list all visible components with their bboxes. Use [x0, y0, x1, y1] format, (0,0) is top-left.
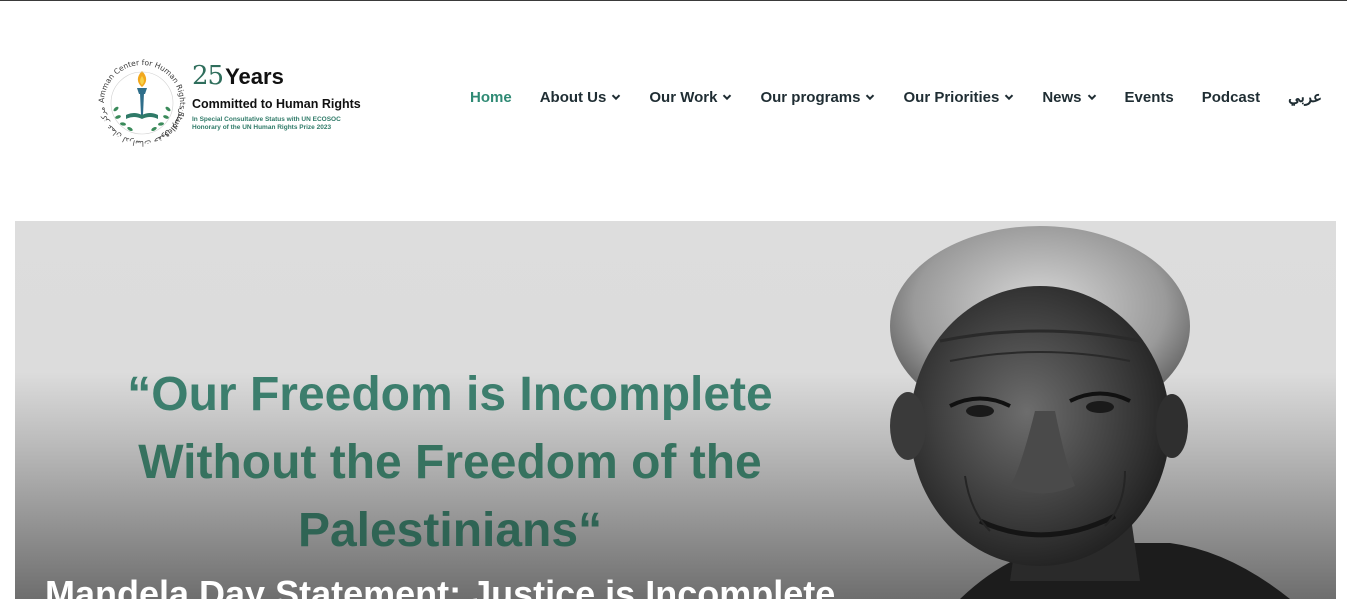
logo-years-word: Years: [225, 64, 284, 89]
chevron-down-icon: [722, 92, 732, 102]
hero-banner[interactable]: “Our Freedom is Incomplete Without the F…: [15, 221, 1336, 599]
nav-item-label: Home: [470, 88, 512, 106]
chevron-down-icon: [1004, 92, 1014, 102]
nav-item-label: عربي: [1288, 89, 1322, 106]
hero-quote-line-1: “Our Freedom is Incomplete: [127, 368, 773, 421]
nav-item-label: Our programs: [760, 88, 861, 106]
chevron-down-icon: [865, 92, 875, 102]
nav-item-label: News: [1042, 88, 1082, 106]
nav-item-about-us[interactable]: About Us: [540, 89, 622, 106]
site-header: Amman Center for Human Rights Studies مر…: [0, 1, 1347, 220]
nav-item-label: Our Priorities: [903, 88, 1000, 106]
nav-item-news[interactable]: News: [1042, 89, 1096, 106]
chevron-down-icon: [611, 92, 621, 102]
nav-item-label: Podcast: [1201, 88, 1261, 106]
hero-headline[interactable]: Mandela Day Statement: Justice is Incomp…: [45, 573, 835, 599]
nav-item-home[interactable]: Home: [470, 89, 512, 106]
nav-item-podcast[interactable]: Podcast: [1202, 89, 1260, 106]
hero-quote-line-3: Palestinians“: [297, 504, 603, 557]
hero-quote-line-2: Without the Freedom of the: [138, 436, 762, 489]
nav-item-label: Events: [1124, 88, 1174, 106]
nav-item-our-programs[interactable]: Our programs: [760, 89, 875, 106]
torch-laurel-emblem-icon: Amman Center for Human Rights Studies مر…: [97, 58, 187, 148]
logo-years: 25Years: [192, 63, 284, 89]
main-nav: Home About Us Our Work Our programs Our …: [470, 87, 1322, 107]
portrait-photo: [890, 226, 1290, 599]
nav-item-label: About Us: [539, 88, 607, 106]
hero-quote: “Our Freedom is Incomplete Without the F…: [75, 361, 825, 565]
logo-status-line: In Special Consultative Status with UN E…: [192, 116, 341, 123]
logo-years-number: 25: [192, 61, 224, 91]
chevron-down-icon: [1087, 92, 1097, 102]
logo-tagline: Committed to Human Rights: [192, 97, 361, 111]
nav-item-our-work[interactable]: Our Work: [649, 89, 732, 106]
logo-prize-line: Honorary of the UN Human Rights Prize 20…: [192, 124, 332, 131]
nav-item-label: Our Work: [649, 88, 718, 106]
nav-item-arabic[interactable]: عربي: [1288, 88, 1322, 106]
nav-item-our-priorities[interactable]: Our Priorities: [903, 89, 1014, 106]
site-logo[interactable]: Amman Center for Human Rights Studies مر…: [96, 57, 386, 149]
nav-item-events[interactable]: Events: [1125, 89, 1174, 106]
